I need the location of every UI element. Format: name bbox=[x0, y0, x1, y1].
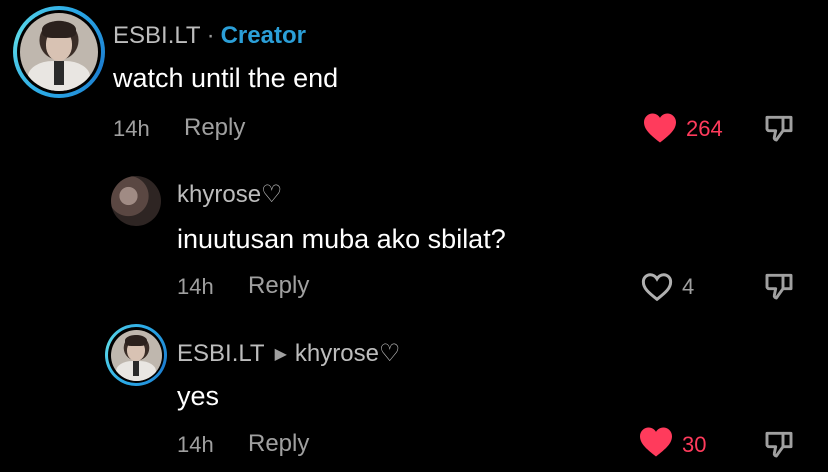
comment-item: ESBI.LT · Creator watch until the end 14h … bbox=[0, 0, 828, 160]
comment-text: inuutusan muba ako sbilat? bbox=[177, 224, 506, 254]
reply-button[interactable]: Reply bbox=[248, 272, 309, 300]
reply-to-name[interactable]: khyrose♡ bbox=[295, 340, 401, 367]
comment-time: 14h bbox=[177, 432, 214, 457]
author-name[interactable]: khyrose♡ bbox=[177, 180, 283, 209]
comment-text: yes bbox=[177, 381, 220, 411]
reply-button[interactable]: Reply bbox=[184, 114, 245, 142]
reply-button[interactable]: Reply bbox=[248, 430, 309, 458]
separator-dot: · bbox=[206, 22, 215, 49]
reply-item: ESBI.LT ▶ khyrose♡ yes 14h Reply 30 bbox=[0, 320, 828, 472]
heart-filled-icon[interactable] bbox=[642, 112, 678, 144]
comment-author-line: ESBI.LT · Creator bbox=[113, 22, 306, 50]
heart-filled-icon[interactable] bbox=[638, 426, 674, 458]
author-name[interactable]: ESBI.LT bbox=[177, 340, 265, 367]
avatar[interactable] bbox=[111, 176, 161, 226]
like-count: 4 bbox=[682, 274, 695, 299]
dislike-icon[interactable] bbox=[763, 270, 795, 302]
like-count: 30 bbox=[682, 432, 707, 457]
dislike-icon[interactable] bbox=[763, 112, 795, 144]
like-count: 264 bbox=[686, 116, 723, 141]
comment-text: watch until the end bbox=[113, 63, 339, 93]
comment-time: 14h bbox=[113, 116, 150, 141]
reply-item: khyrose♡ inuutusan muba ako sbilat? 14h … bbox=[0, 160, 828, 320]
dislike-icon[interactable] bbox=[763, 428, 795, 460]
comment-time: 14h bbox=[177, 274, 214, 299]
avatar[interactable] bbox=[13, 6, 105, 98]
heart-outline-icon[interactable] bbox=[640, 272, 674, 302]
avatar[interactable] bbox=[105, 324, 167, 386]
comment-author-line: ESBI.LT ▶ khyrose♡ bbox=[177, 339, 400, 368]
creator-badge: Creator bbox=[220, 22, 306, 49]
author-name[interactable]: ESBI.LT bbox=[113, 22, 201, 49]
reply-to-arrow-icon: ▶ bbox=[274, 346, 287, 363]
